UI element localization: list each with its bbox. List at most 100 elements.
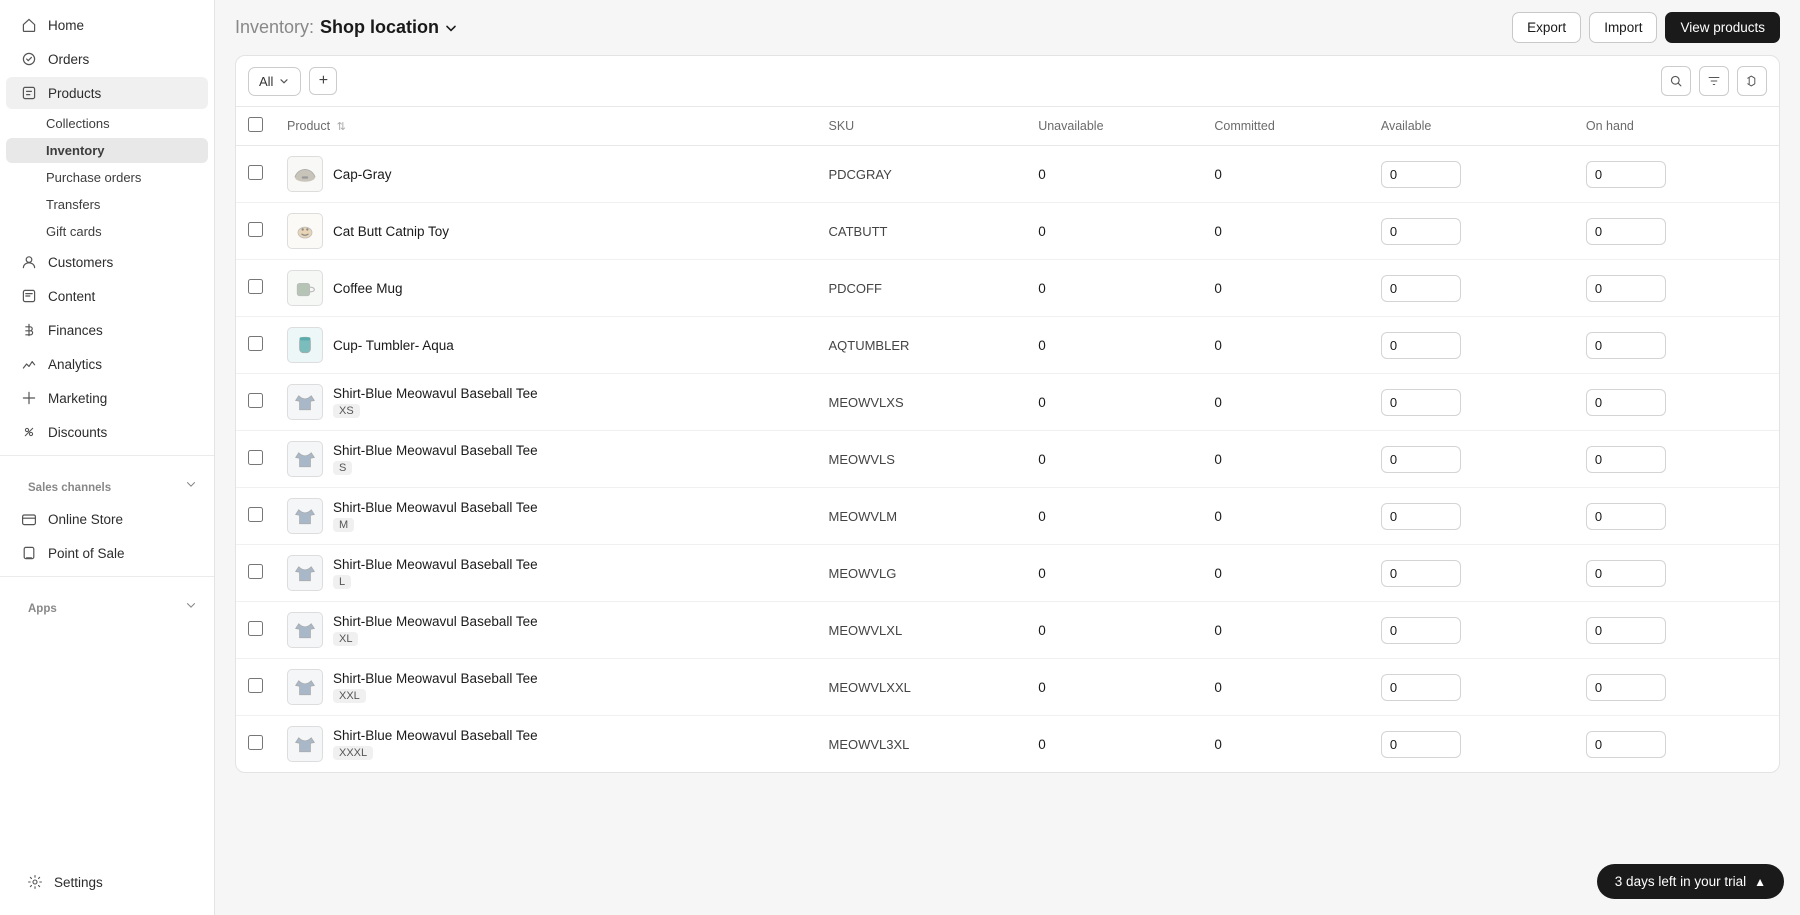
product-cell: Cup- Tumbler- Aqua: [275, 317, 816, 374]
row-checkbox[interactable]: [248, 336, 263, 351]
filter-all-button[interactable]: All: [248, 67, 301, 96]
product-info: Shirt-Blue Meowavul Baseball Tee XXL: [333, 671, 538, 703]
on-hand-input[interactable]: [1586, 503, 1666, 530]
unavailable-value: 0: [1038, 509, 1046, 524]
apps-expand-icon[interactable]: [182, 596, 200, 614]
table-row: Cat Butt Catnip Toy CATBUTT 0 0: [236, 203, 1779, 260]
on-hand-input[interactable]: [1586, 389, 1666, 416]
available-input[interactable]: [1381, 332, 1461, 359]
filter-chevron-icon: [278, 75, 290, 87]
product-name: Shirt-Blue Meowavul Baseball Tee: [333, 386, 538, 401]
on-hand-input[interactable]: [1586, 560, 1666, 587]
row-checkbox[interactable]: [248, 507, 263, 522]
on-hand-input[interactable]: [1586, 674, 1666, 701]
committed-value: 0: [1214, 452, 1222, 467]
on-hand-input[interactable]: [1586, 731, 1666, 758]
product-cell: Shirt-Blue Meowavul Baseball Tee L: [275, 545, 816, 602]
view-products-button[interactable]: View products: [1665, 12, 1780, 43]
sku-value: MEOWVL3XL: [828, 737, 909, 752]
col-sku: SKU: [816, 107, 1026, 146]
row-checkbox[interactable]: [248, 621, 263, 636]
sidebar-item-inventory[interactable]: Inventory: [6, 138, 208, 163]
sidebar-item-collections[interactable]: Collections: [6, 111, 208, 136]
row-checkbox[interactable]: [248, 165, 263, 180]
on-hand-cell: [1574, 545, 1779, 602]
location-dropdown-button[interactable]: Shop location: [320, 17, 459, 38]
sku-cell: MEOWVL3XL: [816, 716, 1026, 773]
sidebar-item-content[interactable]: Content: [6, 280, 208, 312]
product-name: Shirt-Blue Meowavul Baseball Tee: [333, 500, 538, 515]
row-checkbox[interactable]: [248, 222, 263, 237]
table-row: Shirt-Blue Meowavul Baseball Tee M MEOWV…: [236, 488, 1779, 545]
sidebar-item-discounts[interactable]: Discounts: [6, 416, 208, 448]
on-hand-input[interactable]: [1586, 446, 1666, 473]
row-checkbox[interactable]: [248, 450, 263, 465]
committed-cell: 0: [1202, 488, 1368, 545]
committed-value: 0: [1214, 737, 1222, 752]
available-input[interactable]: [1381, 275, 1461, 302]
on-hand-input[interactable]: [1586, 275, 1666, 302]
sidebar-item-home[interactable]: Home: [6, 9, 208, 41]
col-on-hand: On hand: [1574, 107, 1779, 146]
table-row: Shirt-Blue Meowavul Baseball Tee XXXL ME…: [236, 716, 1779, 773]
product-cell: Coffee Mug: [275, 260, 816, 317]
available-input[interactable]: [1381, 218, 1461, 245]
sidebar-item-transfers[interactable]: Transfers: [6, 192, 208, 217]
sidebar-item-orders[interactable]: Orders: [6, 43, 208, 75]
available-input[interactable]: [1381, 389, 1461, 416]
sidebar-item-customers[interactable]: Customers: [6, 246, 208, 278]
available-input[interactable]: [1381, 617, 1461, 644]
search-icon: [1669, 74, 1683, 88]
add-filter-button[interactable]: +: [309, 67, 337, 95]
analytics-icon: [20, 355, 38, 373]
export-button[interactable]: Export: [1512, 12, 1581, 43]
available-input[interactable]: [1381, 446, 1461, 473]
product-cell: Shirt-Blue Meowavul Baseball Tee XS: [275, 374, 816, 431]
sales-channels-label: Sales channels: [14, 470, 125, 498]
orders-icon: [20, 50, 38, 68]
product-variant: L: [333, 575, 351, 589]
unavailable-value: 0: [1038, 281, 1046, 296]
page-title-area: Inventory: Shop location: [235, 17, 459, 38]
sidebar-item-content-label: Content: [48, 289, 95, 304]
on-hand-input[interactable]: [1586, 161, 1666, 188]
committed-cell: 0: [1202, 317, 1368, 374]
row-checkbox[interactable]: [248, 564, 263, 579]
sidebar-item-marketing[interactable]: Marketing: [6, 382, 208, 414]
sort-button[interactable]: [1737, 66, 1767, 96]
sidebar-item-point-of-sale[interactable]: Point of Sale: [6, 537, 208, 569]
column-filter-button[interactable]: [1699, 66, 1729, 96]
home-icon: [20, 16, 38, 34]
sidebar-item-products[interactable]: Products: [6, 77, 208, 109]
sales-channels-expand-icon[interactable]: [182, 475, 200, 493]
product-sort-icon[interactable]: ⇅: [337, 121, 346, 133]
available-input[interactable]: [1381, 674, 1461, 701]
available-input[interactable]: [1381, 161, 1461, 188]
available-input[interactable]: [1381, 503, 1461, 530]
product-cell: Shirt-Blue Meowavul Baseball Tee XXL: [275, 659, 816, 716]
row-checkbox-cell: [236, 716, 275, 773]
online-store-icon: [20, 510, 38, 528]
sidebar-item-settings[interactable]: Settings: [12, 866, 202, 898]
available-input[interactable]: [1381, 731, 1461, 758]
product-thumbnail: [287, 669, 323, 705]
on-hand-input[interactable]: [1586, 218, 1666, 245]
trial-banner[interactable]: 3 days left in your trial ▲: [1597, 864, 1784, 899]
sidebar-item-analytics[interactable]: Analytics: [6, 348, 208, 380]
row-checkbox[interactable]: [248, 279, 263, 294]
col-available: Available: [1369, 107, 1574, 146]
import-button[interactable]: Import: [1589, 12, 1657, 43]
row-checkbox[interactable]: [248, 393, 263, 408]
available-input[interactable]: [1381, 560, 1461, 587]
search-button[interactable]: [1661, 66, 1691, 96]
on-hand-input[interactable]: [1586, 332, 1666, 359]
sidebar-item-purchase-orders[interactable]: Purchase orders: [6, 165, 208, 190]
on-hand-input[interactable]: [1586, 617, 1666, 644]
row-checkbox[interactable]: [248, 678, 263, 693]
row-checkbox[interactable]: [248, 735, 263, 750]
select-all-checkbox[interactable]: [248, 117, 263, 132]
sidebar-item-online-store[interactable]: Online Store: [6, 503, 208, 535]
sidebar-item-finances[interactable]: Finances: [6, 314, 208, 346]
table-row: Shirt-Blue Meowavul Baseball Tee XL MEOW…: [236, 602, 1779, 659]
sidebar-item-gift-cards[interactable]: Gift cards: [6, 219, 208, 244]
